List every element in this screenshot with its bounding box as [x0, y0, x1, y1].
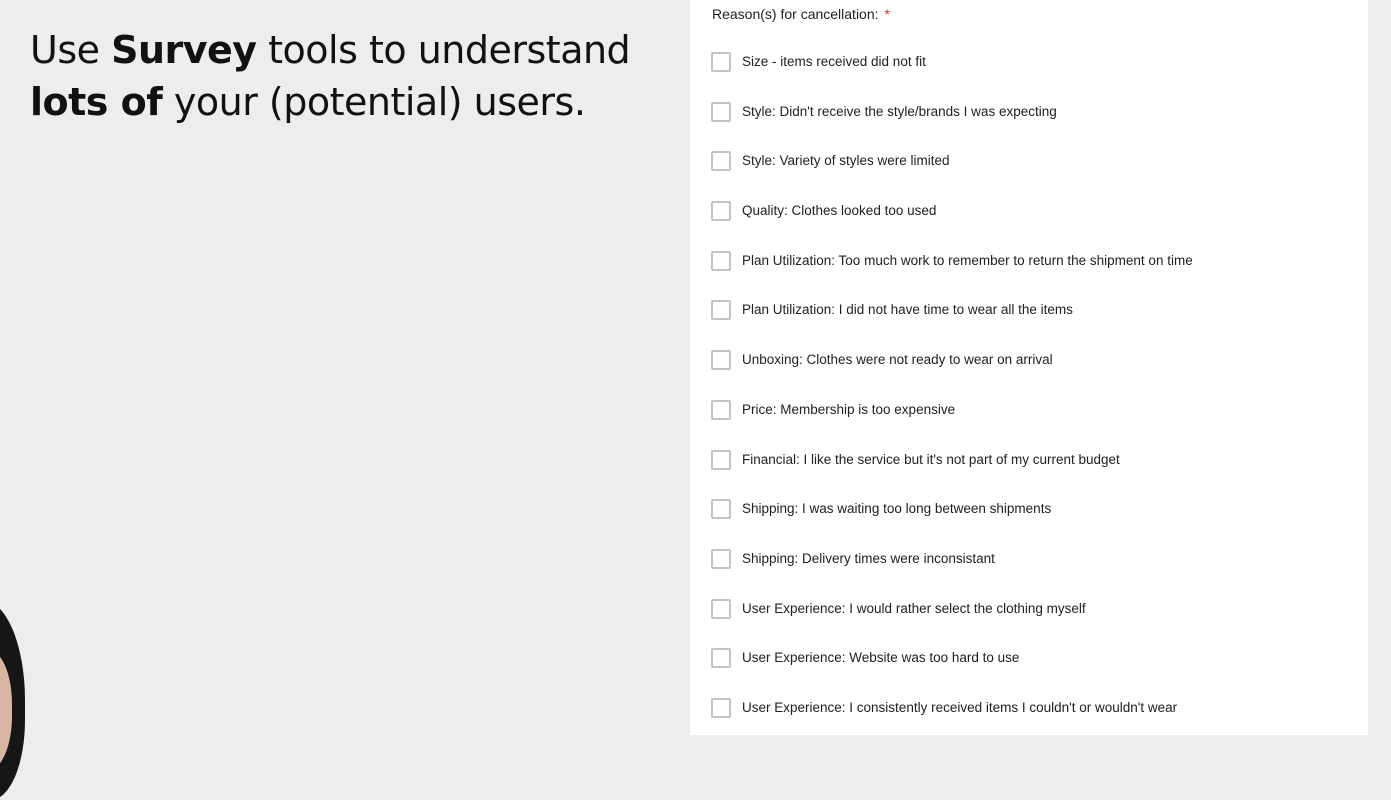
checkbox-option[interactable]: Plan Utilization: I did not have time to… [711, 300, 1193, 350]
checkbox-option[interactable]: User Experience: I consistently received… [711, 697, 1193, 748]
survey-form-card: Reason(s) for cancellation: * Size - item… [690, 0, 1368, 735]
checkbox-option[interactable]: Quality: Clothes looked too used [711, 201, 1193, 251]
checkbox-option[interactable]: Shipping: I was waiting too long between… [711, 499, 1193, 549]
headline-line-1: Use Survey tools to understand [30, 24, 631, 76]
checkbox[interactable] [711, 697, 731, 718]
headline-segment: your (potential) users. [162, 80, 586, 124]
question-title: Reason(s) for cancellation: * [712, 6, 890, 22]
headline-emphasis: Survey [111, 28, 257, 72]
headline-emphasis: lots of [30, 80, 163, 124]
checkbox-option[interactable]: Size - items received did not fit [711, 52, 1193, 102]
checkbox[interactable] [711, 250, 731, 271]
checkbox-option[interactable]: Financial: I like the service but it's n… [711, 449, 1193, 500]
checkbox[interactable] [711, 52, 731, 72]
checkbox-option[interactable]: Unboxing: Clothes were not ready to wear… [711, 350, 1193, 400]
slide-headline: Use Survey tools to understand lots of y… [30, 24, 631, 128]
checkbox-option-label[interactable]: Size - items received did not fit [742, 52, 926, 71]
checkbox-option-label[interactable]: Unboxing: Clothes were not ready to wear… [742, 350, 1053, 369]
headline-segment: Use [30, 28, 112, 72]
checkbox[interactable] [711, 101, 731, 122]
checkbox[interactable] [711, 548, 731, 569]
checkbox[interactable] [711, 598, 731, 619]
checkbox-option-label[interactable]: Style: Variety of styles were limited [742, 151, 950, 170]
checkbox-option-label[interactable]: User Experience: I consistently received… [742, 698, 1177, 717]
checkbox[interactable] [711, 499, 731, 520]
checkbox-option-label[interactable]: User Experience: Website was too hard to… [742, 648, 1019, 667]
checkbox[interactable] [711, 350, 731, 371]
checkbox[interactable] [711, 449, 731, 470]
checkbox-option-label[interactable]: Price: Membership is too expensive [742, 400, 955, 419]
checkbox[interactable] [711, 201, 731, 222]
checkbox-option[interactable]: Shipping: Delivery times were inconsista… [711, 548, 1193, 599]
checkbox-option-label[interactable]: Quality: Clothes looked too used [742, 201, 936, 220]
checkbox[interactable] [711, 151, 731, 172]
checkbox[interactable] [711, 399, 731, 420]
checkbox[interactable] [711, 300, 731, 321]
checkbox-option[interactable]: User Experience: Website was too hard to… [711, 648, 1193, 698]
checkbox-options-list: Size - items received did not fit Style:… [711, 52, 1193, 748]
headline-line-2: lots of your (potential) users. [30, 76, 630, 128]
required-asterisk: * [884, 6, 890, 22]
checkbox-option[interactable]: User Experience: I would rather select t… [711, 598, 1193, 649]
checkbox-option-label[interactable]: Style: Didn't receive the style/brands I… [742, 102, 1057, 121]
checkbox-option-label[interactable]: Shipping: Delivery times were inconsista… [742, 549, 995, 568]
checkbox-option-label[interactable]: Plan Utilization: I did not have time to… [742, 300, 1073, 319]
checkbox-option[interactable]: Style: Didn't receive the style/brands I… [711, 101, 1193, 152]
checkbox-option-label[interactable]: Plan Utilization: Too much work to remem… [742, 251, 1193, 270]
checkbox-option-label[interactable]: Financial: I like the service but it's n… [742, 450, 1120, 469]
checkbox-option[interactable]: Plan Utilization: Too much work to remem… [711, 250, 1193, 301]
checkbox[interactable] [711, 648, 731, 669]
checkbox-option[interactable]: Price: Membership is too expensive [711, 399, 1193, 450]
checkbox-option[interactable]: Style: Variety of styles were limited [711, 151, 1193, 201]
checkbox-option-label[interactable]: Shipping: I was waiting too long between… [742, 499, 1051, 518]
question-label: Reason(s) for cancellation: [712, 6, 879, 22]
checkbox-option-label[interactable]: User Experience: I would rather select t… [742, 599, 1086, 618]
headline-segment: tools to understand [256, 28, 631, 72]
